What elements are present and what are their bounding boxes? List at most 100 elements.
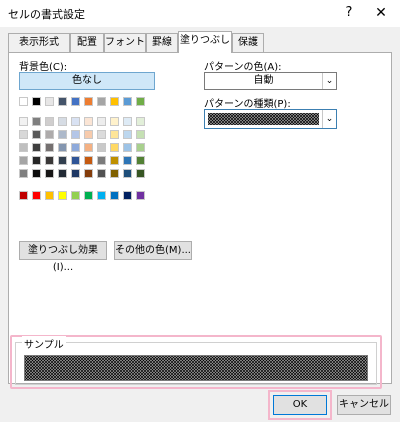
standard-color-swatch[interactable]	[136, 191, 145, 200]
color-swatch[interactable]	[45, 130, 54, 139]
color-swatch[interactable]	[136, 156, 145, 165]
color-swatch[interactable]	[58, 143, 67, 152]
color-swatch[interactable]	[97, 130, 106, 139]
color-swatch[interactable]	[136, 117, 145, 126]
color-swatch[interactable]	[45, 97, 54, 106]
tab-protection[interactable]: 保護	[232, 33, 264, 52]
cancel-button[interactable]: キャンセル	[337, 395, 391, 415]
color-swatch[interactable]	[19, 143, 28, 152]
more-colors-button[interactable]: その他の色(M)...	[114, 241, 192, 260]
color-swatch[interactable]	[84, 169, 93, 178]
tab-alignment[interactable]: 配置	[70, 33, 104, 52]
standard-color-swatch[interactable]	[58, 191, 67, 200]
title-bar: セルの書式設定 ? ✕	[0, 0, 400, 27]
color-swatch[interactable]	[97, 97, 106, 106]
dialog-body: 表示形式 配置 フォント 罫線 塗りつぶし 保護 背景色(C): 色なし パター…	[0, 27, 400, 422]
color-swatch[interactable]	[123, 130, 132, 139]
standard-color-swatch[interactable]	[110, 191, 119, 200]
color-swatch[interactable]	[84, 97, 93, 106]
window-title: セルの書式設定	[8, 8, 85, 21]
color-swatch[interactable]	[19, 117, 28, 126]
tab-fill[interactable]: 塗りつぶし	[178, 31, 232, 53]
color-swatch[interactable]	[123, 143, 132, 152]
color-swatch[interactable]	[71, 97, 80, 106]
standard-color-swatch[interactable]	[45, 191, 54, 200]
close-icon[interactable]: ✕	[372, 4, 390, 22]
color-swatch[interactable]	[136, 130, 145, 139]
color-swatch[interactable]	[110, 97, 119, 106]
sample-group: サンプル	[15, 336, 377, 385]
background-color-label: 背景色(C):	[19, 62, 68, 73]
color-swatch[interactable]	[32, 143, 41, 152]
color-swatch[interactable]	[123, 97, 132, 106]
standard-color-swatch[interactable]	[19, 191, 28, 200]
color-swatch[interactable]	[97, 143, 106, 152]
color-swatch[interactable]	[32, 130, 41, 139]
color-swatch[interactable]	[110, 143, 119, 152]
standard-color-swatch[interactable]	[71, 191, 80, 200]
color-swatch[interactable]	[58, 130, 67, 139]
help-button[interactable]: ?	[340, 4, 358, 22]
color-swatch[interactable]	[19, 130, 28, 139]
color-swatch[interactable]	[71, 169, 80, 178]
pattern-style-label: パターンの種類(P):	[204, 99, 291, 110]
standard-color-swatch[interactable]	[84, 191, 93, 200]
color-swatch[interactable]	[32, 117, 41, 126]
chevron-down-icon[interactable]: ⌄	[322, 110, 336, 128]
color-swatch[interactable]	[58, 169, 67, 178]
color-swatch[interactable]	[58, 97, 67, 106]
color-swatch[interactable]	[32, 156, 41, 165]
ok-button[interactable]: OK	[273, 395, 327, 415]
color-swatch[interactable]	[32, 169, 41, 178]
color-swatch[interactable]	[45, 169, 54, 178]
color-swatch[interactable]	[123, 117, 132, 126]
color-swatch[interactable]	[97, 156, 106, 165]
tab-font[interactable]: フォント	[104, 33, 146, 52]
color-swatch[interactable]	[110, 169, 119, 178]
color-swatch[interactable]	[97, 117, 106, 126]
pattern-color-label: パターンの色(A):	[204, 62, 282, 73]
color-swatch[interactable]	[110, 130, 119, 139]
standard-color-swatch[interactable]	[97, 191, 106, 200]
fill-effects-button[interactable]: 塗りつぶし効果(I)...	[19, 241, 107, 273]
color-swatch[interactable]	[45, 143, 54, 152]
sample-preview	[24, 355, 368, 381]
tab-number-format[interactable]: 表示形式	[8, 33, 70, 52]
color-swatch[interactable]	[136, 97, 145, 106]
color-swatch[interactable]	[84, 130, 93, 139]
color-swatch[interactable]	[123, 156, 132, 165]
color-swatch[interactable]	[71, 130, 80, 139]
color-swatch[interactable]	[110, 117, 119, 126]
color-swatch[interactable]	[45, 117, 54, 126]
color-swatch[interactable]	[58, 156, 67, 165]
sample-label: サンプル	[22, 336, 66, 351]
color-swatch[interactable]	[84, 143, 93, 152]
color-swatch[interactable]	[123, 169, 132, 178]
standard-color-swatch[interactable]	[32, 191, 41, 200]
color-swatch[interactable]	[136, 169, 145, 178]
pattern-style-select[interactable]: ⌄	[204, 109, 337, 129]
color-swatch[interactable]	[97, 169, 106, 178]
color-swatch[interactable]	[32, 97, 41, 106]
no-color-button[interactable]: 色なし	[19, 72, 155, 90]
color-swatch[interactable]	[58, 117, 67, 126]
color-swatch[interactable]	[110, 156, 119, 165]
pattern-color-select[interactable]: 自動 ⌄	[204, 72, 337, 90]
color-swatch[interactable]	[19, 97, 28, 106]
sample-highlight: サンプル	[10, 335, 382, 389]
color-swatch[interactable]	[84, 117, 93, 126]
color-swatch[interactable]	[19, 169, 28, 178]
fill-panel: 背景色(C): 色なし パターンの色(A): 自動 ⌄ パターンの種類(P): …	[8, 52, 392, 389]
color-swatch[interactable]	[19, 156, 28, 165]
standard-color-swatch[interactable]	[123, 191, 132, 200]
color-swatch[interactable]	[45, 156, 54, 165]
tab-border[interactable]: 罫線	[146, 33, 178, 52]
color-swatch[interactable]	[71, 117, 80, 126]
pattern-preview	[208, 113, 319, 125]
chevron-down-icon[interactable]: ⌄	[322, 73, 336, 89]
pattern-color-value: 自動	[253, 75, 274, 86]
color-swatch[interactable]	[84, 156, 93, 165]
color-swatch[interactable]	[71, 156, 80, 165]
color-swatch[interactable]	[136, 143, 145, 152]
color-swatch[interactable]	[71, 143, 80, 152]
